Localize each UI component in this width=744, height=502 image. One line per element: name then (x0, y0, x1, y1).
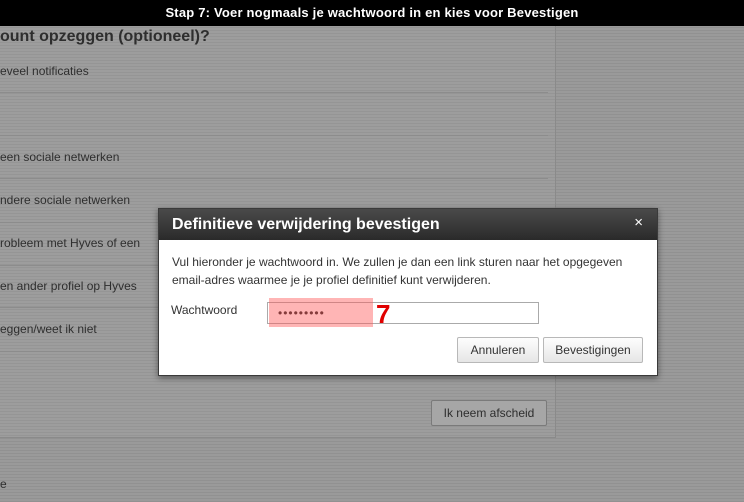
password-label: Wachtwoord (171, 303, 238, 317)
cancel-button[interactable]: Annuleren (457, 337, 539, 363)
background-option: een sociale netwerken (0, 150, 120, 164)
dialog-header: Definitieve verwijdering bevestigen × (159, 209, 657, 240)
background-divider (0, 135, 548, 136)
dialog-body: Vul hieronder je wachtwoord in. We zulle… (159, 240, 657, 289)
background-option: ndere sociale netwerken (0, 193, 131, 207)
confirm-deletion-dialog: Definitieve verwijdering bevestigen × Vu… (158, 208, 658, 376)
background-option: eggen/weet ik niet (0, 322, 97, 336)
close-icon[interactable]: × (634, 215, 643, 230)
password-input[interactable] (267, 302, 539, 324)
background-divider (0, 92, 548, 93)
background-footer-text: e (0, 477, 7, 491)
dialog-description: Vul hieronder je wachtwoord in. We zulle… (172, 255, 623, 287)
background-question-title: ount opzeggen (optioneel)? (0, 28, 210, 45)
background-divider (0, 178, 548, 179)
dialog-title: Definitieve verwijdering bevestigen (172, 216, 440, 233)
goodbye-button[interactable]: Ik neem afscheid (431, 400, 547, 426)
background-option: eveel notificaties (0, 64, 89, 78)
step-number-marker: 7 (376, 299, 391, 329)
step-instruction-banner: Stap 7: Voer nogmaals je wachtwoord in e… (0, 0, 744, 26)
background-option: robleem met Hyves of een (0, 236, 141, 250)
confirm-button[interactable]: Bevestigingen (543, 337, 643, 363)
background-option: en ander profiel op Hyves (0, 279, 137, 293)
